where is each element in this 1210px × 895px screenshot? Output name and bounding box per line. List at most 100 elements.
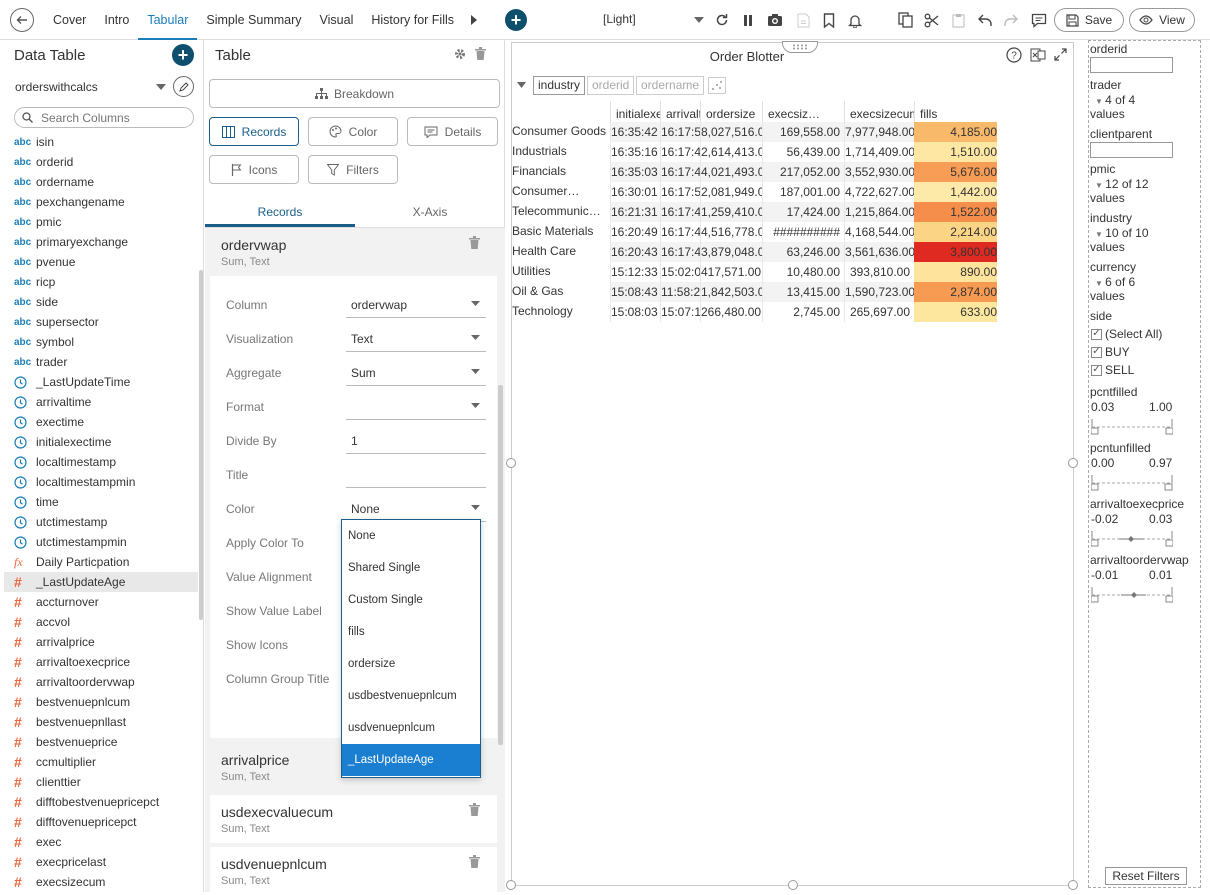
filter-side-sell[interactable]: ✓ SELL [1091, 363, 1134, 377]
column-item[interactable]: # _LastUpdateAge [4, 572, 198, 592]
tab-history-for-fills[interactable]: History for Fills [362, 0, 463, 40]
tab-simple-summary[interactable]: Simple Summary [197, 0, 310, 40]
dropdown-option[interactable]: usdbestvenuepnlcum [342, 680, 480, 712]
filters-button[interactable]: Filters [308, 155, 398, 184]
dataset-select[interactable]: orderswithcalcs [15, 80, 98, 94]
refresh-icon[interactable] [713, 11, 731, 29]
column-item[interactable]: fx Daily Particpation [4, 552, 198, 572]
column-item[interactable]: abc isin [4, 132, 198, 152]
field-color-select[interactable]: None [346, 494, 486, 522]
tab-visual[interactable]: Visual [311, 0, 363, 40]
back-button[interactable] [10, 8, 34, 32]
filter-side-buy[interactable]: ✓ BUY [1091, 345, 1130, 359]
breakdown-button[interactable]: Breakdown [209, 79, 500, 108]
trash-icon[interactable] [475, 47, 486, 60]
column-item[interactable]: # accvol [4, 612, 198, 632]
pause-icon[interactable] [739, 11, 757, 29]
dropdown-option[interactable]: None [342, 520, 480, 552]
column-item[interactable]: # difftobestvenuepricepct [4, 792, 198, 812]
table-row[interactable]: Consumer… 16:30:0116:17:502,081,949.00187… [512, 182, 1075, 202]
column-item[interactable]: # bestvenuepnlcum [4, 692, 198, 712]
field-column-select[interactable]: ordervwap [346, 290, 486, 318]
tab-intro[interactable]: Intro [95, 0, 138, 40]
record-title[interactable]: ordervwap [221, 237, 286, 253]
breakdown-chip-industry[interactable]: industry [533, 76, 586, 95]
color-button[interactable]: Color [308, 117, 398, 146]
column-list-scrollbar[interactable] [199, 270, 203, 620]
pcntfilled-slider[interactable] [1091, 417, 1173, 435]
column-item[interactable]: abc side [4, 292, 198, 312]
add-page-button[interactable]: + [505, 9, 527, 31]
column-item[interactable]: abc supersector [4, 312, 198, 332]
tab-x-axis[interactable]: X-Axis [355, 200, 505, 227]
filter-currency-count[interactable]: ▼ 6 of 6 [1095, 275, 1135, 289]
undo-icon[interactable] [976, 11, 994, 29]
column-item[interactable]: # clienttier [4, 772, 198, 792]
resize-handle-left[interactable] [506, 458, 516, 468]
table-row[interactable]: Basic Materials 16:20:4916:17:484,516,778… [512, 222, 1075, 242]
filter-orderid-input[interactable] [1090, 57, 1173, 73]
field-aggregate-select[interactable]: Sum [346, 358, 486, 386]
chevron-down-icon[interactable] [156, 84, 166, 90]
copy-icon[interactable] [896, 11, 914, 29]
column-item[interactable]: abc ordername [4, 172, 198, 192]
snapshot-icon[interactable] [766, 11, 784, 29]
help-icon[interactable]: ? [1006, 47, 1022, 63]
settings-scrollbar[interactable] [498, 385, 503, 745]
column-item[interactable]: abc pexchangename [4, 192, 198, 212]
column-item[interactable]: abc pmic [4, 212, 198, 232]
filter-pmic-count[interactable]: ▼ 12 of 12 [1095, 177, 1149, 191]
breakdown-chip-orderid[interactable]: orderid [587, 76, 635, 95]
table-row[interactable]: Industrials 16:35:1616:17:482,614,413.005… [512, 142, 1075, 162]
tab-tabular[interactable]: Tabular [138, 0, 198, 40]
gear-icon[interactable] [454, 48, 466, 60]
dropdown-option[interactable]: usdvenuepnlcum [342, 712, 480, 744]
column-item[interactable]: # exec [4, 832, 198, 852]
table-row[interactable]: Oil & Gas 15:08:4311:58:261,842,503.0013,… [512, 282, 1075, 302]
theme-select[interactable]: [Light] [603, 12, 703, 26]
field-format-select[interactable] [346, 392, 486, 420]
column-item[interactable]: # arrivalprice [4, 632, 198, 652]
dropdown-option[interactable]: _LastUpdateAge [342, 744, 480, 776]
column-item[interactable]: utctimestamp [4, 512, 198, 532]
arrivaltoexecprice-slider[interactable] [1091, 529, 1173, 547]
cut-icon[interactable] [922, 11, 940, 29]
bookmark-icon[interactable] [820, 11, 838, 29]
column-item[interactable]: abc primaryexchange [4, 232, 198, 252]
reset-filters-button[interactable]: Reset Filters [1105, 867, 1187, 885]
save-button[interactable]: Save [1054, 8, 1124, 32]
table-row[interactable]: Health Care 16:20:4316:17:423,879,048.006… [512, 242, 1075, 262]
search-input[interactable] [41, 110, 189, 125]
column-item[interactable]: time [4, 492, 198, 512]
pcntunfilled-slider[interactable] [1091, 473, 1173, 491]
column-item[interactable]: # difftovenuepricepct [4, 812, 198, 832]
breakdown-settings-icon[interactable] [708, 77, 726, 94]
column-item[interactable]: initialexectime [4, 432, 198, 452]
field-divide-by-input[interactable]: 1 [346, 426, 486, 454]
table-row[interactable]: Financials 16:35:0316:17:494,021,493.0021… [512, 162, 1075, 182]
resize-handle-bottom[interactable] [788, 880, 798, 890]
column-item[interactable]: abc orderid [4, 152, 198, 172]
comment-icon[interactable] [1030, 11, 1048, 29]
breakdown-chip-ordername[interactable]: ordername [636, 76, 705, 95]
tabs-scroll-right-icon[interactable] [470, 14, 478, 26]
table-row[interactable]: Technology 15:08:0315:07:15266,480.002,74… [512, 302, 1075, 322]
filter-industry-count[interactable]: ▼ 10 of 10 [1095, 226, 1149, 240]
filter-side-select-all[interactable]: ✓ (Select All) [1091, 327, 1162, 341]
column-item[interactable]: # bestvenuepnllast [4, 712, 198, 732]
dropdown-option[interactable]: fills [342, 616, 480, 648]
dropdown-option[interactable]: ordersize [342, 648, 480, 680]
column-item[interactable]: utctimestampmin [4, 532, 198, 552]
column-item[interactable]: # bestvenueprice [4, 732, 198, 752]
resize-handle-bottom-left[interactable] [506, 880, 516, 890]
add-column-button[interactable]: + [172, 44, 194, 66]
column-item[interactable]: # accturnover [4, 592, 198, 612]
edit-dataset-button[interactable] [173, 76, 194, 97]
column-item[interactable]: # execsizecum [4, 872, 198, 892]
field-title-input[interactable] [346, 460, 486, 488]
column-item[interactable]: localtimestamp [4, 452, 198, 472]
trash-icon[interactable] [469, 855, 480, 868]
column-item[interactable]: # ccmultiplier [4, 752, 198, 772]
excel-export-icon[interactable] [1030, 47, 1046, 63]
column-item[interactable]: _LastUpdateTime [4, 372, 198, 392]
